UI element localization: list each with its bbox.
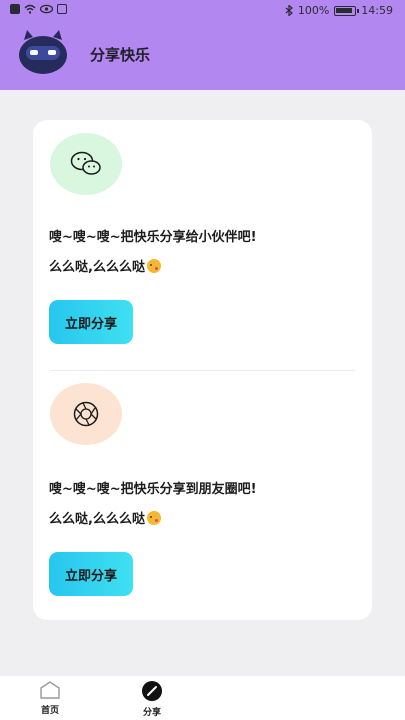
share-now-button[interactable]: 立即分享	[49, 552, 133, 596]
share-pen-icon	[142, 681, 162, 701]
wifi-icon	[24, 4, 36, 14]
tab-share[interactable]: 分享	[122, 680, 182, 720]
clock: 14:59	[361, 4, 393, 17]
share-section-wechat: 嗖~嗖~嗖~把快乐分享给小伙伴吧! 么么哒,么么么哒 立即分享	[33, 120, 372, 370]
share-now-button[interactable]: 立即分享	[49, 300, 133, 344]
kiss-text-label: 么么哒,么么么哒	[49, 512, 145, 527]
share-friends-text: 嗖~嗖~嗖~把快乐分享给小伙伴吧!	[49, 230, 257, 245]
bluetooth-icon	[285, 5, 293, 16]
battery-percent: 100%	[297, 4, 330, 17]
tab-home-label: 首页	[40, 706, 59, 716]
robot-mascot-icon	[19, 30, 67, 74]
moments-shutter-icon	[73, 401, 99, 427]
kiss-text-label: 么么哒,么么么哒	[49, 260, 145, 275]
wechat-icon	[70, 151, 101, 175]
eye-icon	[40, 4, 53, 14]
header-bar: 100% 14:59 分享快乐	[0, 0, 405, 90]
tab-share-label: 分享	[142, 708, 161, 718]
nfc-icon	[57, 4, 67, 14]
kiss-face-icon	[146, 511, 161, 525]
status-bar: 100% 14:59	[0, 0, 405, 22]
bottom-tab-bar: 首页 分享	[0, 676, 405, 720]
share-moments-text: 嗖~嗖~嗖~把快乐分享到朋友圈吧!	[49, 482, 257, 497]
page-title: 分享快乐	[90, 46, 151, 64]
tab-home[interactable]: 首页	[20, 680, 80, 720]
kiss-text: 么么哒,么么么哒	[49, 508, 161, 527]
moments-icon-circle	[50, 383, 122, 445]
notification-icon	[10, 4, 20, 14]
kiss-face-icon	[146, 259, 161, 273]
battery-icon	[334, 5, 360, 16]
share-section-moments: 嗖~嗖~嗖~把快乐分享到朋友圈吧! 么么哒,么么么哒 立即分享	[33, 370, 372, 620]
kiss-text: 么么哒,么么么哒	[49, 256, 161, 275]
wechat-icon-circle	[50, 133, 122, 195]
home-icon	[40, 681, 60, 699]
share-card: 嗖~嗖~嗖~把快乐分享给小伙伴吧! 么么哒,么么么哒 立即分享 嗖~嗖~嗖~把快…	[33, 120, 372, 620]
